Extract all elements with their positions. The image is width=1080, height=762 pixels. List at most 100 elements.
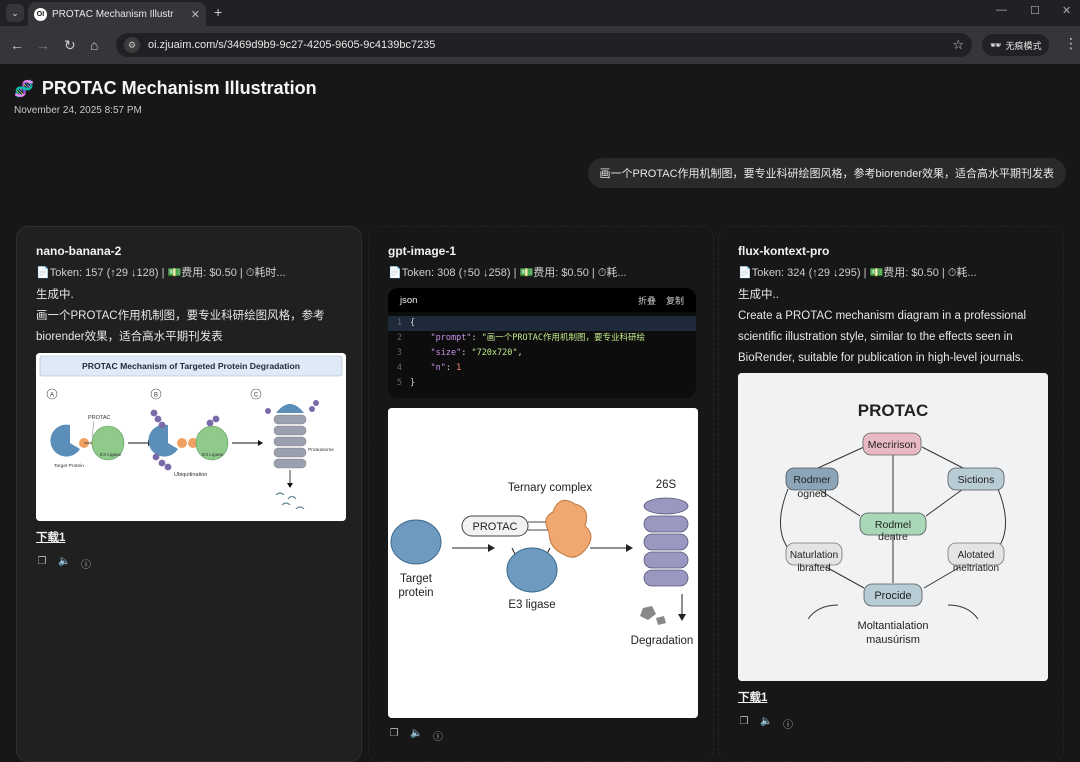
speaker-icon[interactable]: 🔈 — [760, 716, 772, 731]
code-line: 5} — [396, 378, 416, 388]
node-6: Alotated — [958, 550, 995, 561]
target-label-a: Target Protein — [54, 463, 84, 469]
reload-icon[interactable]: ↻ — [64, 36, 76, 54]
favicon-icon: OI — [34, 7, 47, 21]
generated-image[interactable]: PROTAC Mecririson Rodmer ogned Sictions … — [738, 373, 1048, 681]
incognito-label: 无痕模式 — [1005, 40, 1042, 51]
footer-label-2: mausúrism — [866, 634, 920, 646]
speaker-icon[interactable]: 🔈 — [410, 728, 422, 743]
action-bar: ❐ 🔈 ⓘ — [36, 556, 342, 571]
page-date: November 24, 2025 8:57 PM — [14, 105, 142, 116]
node-3: Sictions — [958, 474, 995, 486]
tab-bar: ⌄ OI PROTAC Mechanism Illustr ✕ + — ☐ ✕ — [0, 0, 1080, 26]
minimize-icon[interactable]: — — [996, 4, 1007, 16]
code-body: 1{ 2 "prompt": "画一个PROTAC作用机制图，要专业科研绘 3 … — [388, 312, 696, 395]
download-link[interactable]: 下载1 — [738, 689, 767, 705]
home-icon[interactable]: ⌂ — [90, 36, 98, 54]
site-info-icon[interactable]: ⚙ — [124, 37, 140, 53]
json-code-block: json 折叠 复制 1{ 2 "prompt": "画一个PROTAC作用机制… — [388, 288, 696, 398]
node-2-sub: ogned — [797, 488, 826, 500]
code-line: 2 "prompt": "画一个PROTAC作用机制图，要专业科研绘 — [396, 333, 646, 343]
forward-icon[interactable]: → — [36, 36, 50, 54]
step-b-label: B — [154, 393, 158, 399]
close-window-icon[interactable]: ✕ — [1062, 4, 1071, 17]
response-card-nano-banana: nano-banana-2 📄Token: 157 (↑29 ↓128) | 💵… — [16, 226, 362, 762]
e3-label-b: E3 Ligase — [202, 452, 224, 458]
model-name: nano-banana-2 — [36, 244, 122, 258]
back-icon[interactable]: ← — [10, 36, 24, 54]
code-line: 4 "n": 1 — [396, 363, 462, 373]
action-bar: ❐ 🔈 ⓘ — [738, 716, 1044, 731]
copy-icon[interactable]: ❐ — [738, 716, 750, 731]
node-7: Procide — [874, 590, 911, 602]
bookmark-star-icon[interactable]: ☆ — [952, 37, 964, 53]
diagram-title: PROTAC — [858, 401, 929, 420]
status-text: 生成中. — [36, 289, 74, 301]
incognito-badge[interactable]: 🕶 无痕模式 — [982, 34, 1050, 56]
info-icon[interactable]: ⓘ — [432, 728, 444, 743]
tab-close-icon[interactable]: ✕ — [191, 8, 200, 21]
model-name: flux-kontext-pro — [738, 244, 830, 258]
collapse-button[interactable]: 折叠 — [638, 294, 656, 307]
node-6-sub: meltriation — [953, 563, 999, 574]
step-c-label: C — [254, 393, 259, 399]
generated-image[interactable]: PROTAC Mechanism of Targeted Protein Deg… — [36, 353, 346, 521]
copy-icon[interactable]: ❐ — [36, 556, 48, 571]
browser-toolbar: ← → ↻ ⌂ ⚙ oi.zjuaim.com/s/3469d9b9-9c27-… — [0, 26, 1080, 64]
code-block-header: json 折叠 复制 — [388, 288, 696, 312]
copy-code-button[interactable]: 复制 — [666, 294, 684, 307]
incognito-icon: 🕶 — [990, 39, 1002, 50]
info-icon[interactable]: ⓘ — [782, 716, 794, 731]
download-link[interactable]: 下载1 — [36, 529, 65, 545]
protac-diagram-c: PROTAC Mecririson Rodmer ogned Sictions … — [738, 373, 1048, 681]
tab-search-icon[interactable]: ⌄ — [6, 4, 24, 22]
generated-image[interactable]: Ternary complex 26S Target protein PROTAC… — [388, 408, 698, 718]
address-bar[interactable]: ⚙ oi.zjuaim.com/s/3469d9b9-9c27-4205-960… — [116, 33, 972, 57]
protac-label-b: PROTAC — [472, 521, 517, 533]
speaker-icon[interactable]: 🔈 — [58, 556, 70, 571]
chat-header: 🧬 PROTAC Mechanism Illustration November… — [14, 78, 317, 116]
node-2: Rodmer — [793, 474, 831, 486]
tab-title: PROTAC Mechanism Illustr — [52, 8, 174, 20]
token-info: 📄Token: 324 (↑29 ↓295) | 💵费用: $0.50 | ⏱耗… — [738, 267, 977, 279]
ubiquitination-label: Ubiquitination — [174, 472, 207, 478]
maximize-icon[interactable]: ☐ — [1030, 4, 1040, 17]
node-4: Rodmel — [875, 519, 911, 531]
code-line: 1{ — [388, 316, 696, 331]
more-menu-icon[interactable]: ⋮ — [1064, 35, 1078, 52]
e3-label-a: E3 Ligase — [100, 452, 122, 458]
node-5-sub: ibrafted — [797, 563, 830, 574]
protac-label-a: PROTAC — [88, 415, 111, 421]
proteasome-26s-label: 26S — [656, 479, 677, 491]
footer-label-1: Moltantialation — [858, 620, 929, 632]
action-bar: ❐ 🔈 ⓘ — [388, 728, 694, 743]
prompt-text: Create a PROTAC mechanism diagram in a p… — [738, 310, 1027, 364]
ternary-label: Ternary complex — [508, 482, 593, 494]
token-info: 📄Token: 308 (↑50 ↓258) | 💵费用: $0.50 | ⏱耗… — [388, 267, 627, 279]
diagram-title: PROTAC Mechanism of Targeted Protein Deg… — [82, 361, 300, 371]
model-name: gpt-image-1 — [388, 244, 457, 258]
user-message: 画一个PROTAC作用机制图，要专业科研绘图风格，参考biorender效果，适… — [587, 158, 1066, 188]
new-tab-icon[interactable]: + — [214, 4, 222, 20]
node-4-sub: dentre — [878, 531, 908, 543]
copy-icon[interactable]: ❐ — [388, 728, 400, 743]
e3-ligase-label: E3 ligase — [508, 599, 555, 611]
proteasome-label-a: Proteasome — [308, 447, 334, 453]
node-1: Mecririson — [868, 439, 917, 451]
token-info: 📄Token: 157 (↑29 ↓128) | 💵费用: $0.50 | ⏱耗… — [36, 267, 286, 279]
response-card-flux-kontext: flux-kontext-pro 📄Token: 324 (↑29 ↓295) … — [718, 226, 1064, 762]
code-language: json — [400, 294, 418, 306]
prompt-text: 画一个PROTAC作用机制图，要专业科研绘图风格，参考biorender效果，适… — [36, 310, 325, 343]
status-text: 生成中.. — [738, 289, 779, 301]
page-title-text: PROTAC Mechanism Illustration — [41, 78, 317, 98]
node-5: Naturlation — [790, 550, 838, 561]
degradation-label: Degradation — [631, 635, 694, 647]
protac-diagram-b: Ternary complex 26S Target protein PROTAC… — [388, 408, 698, 718]
protac-diagram-a: PROTAC Mechanism of Targeted Protein Deg… — [36, 353, 346, 521]
page-title: 🧬 PROTAC Mechanism Illustration — [14, 78, 317, 99]
browser-tab[interactable]: OI PROTAC Mechanism Illustr ✕ — [28, 2, 206, 26]
response-card-gpt-image: gpt-image-1 📄Token: 308 (↑50 ↓258) | 💵费用… — [368, 226, 714, 762]
dna-icon: 🧬 — [14, 80, 34, 98]
step-a-label: A — [50, 393, 54, 399]
info-icon[interactable]: ⓘ — [80, 556, 92, 571]
